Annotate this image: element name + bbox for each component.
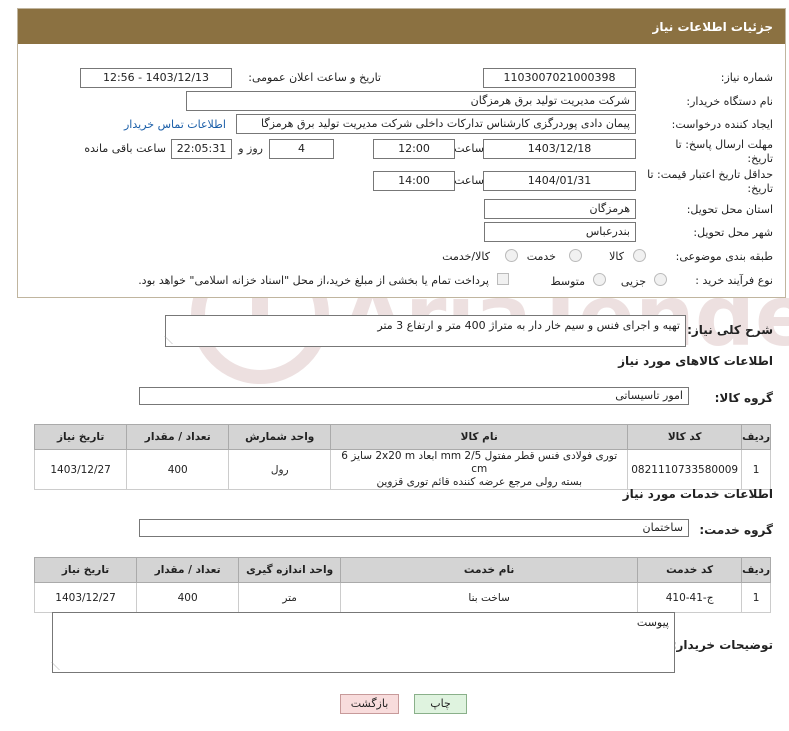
remaining-days-field: 4	[269, 139, 334, 159]
category-service-label: خدمت	[526, 250, 556, 263]
goods-group-label: گروه کالا:	[714, 391, 773, 405]
col-qty: تعداد / مقدار	[136, 557, 240, 583]
service-group-label: گروه خدمت:	[699, 523, 773, 537]
service-unit: متر	[238, 582, 342, 613]
buyer-contact-link[interactable]: اطلاعات تماس خریدار	[124, 118, 226, 131]
col-name: نام خدمت	[340, 557, 639, 583]
goods-table-header: ردیف کد کالا نام کالا واحد شمارش تعداد /…	[33, 424, 771, 450]
service-code: ج-41-410	[637, 582, 743, 613]
creator-field: پیمان دادی پوردرگزی کارشناس تدارکات داخل…	[236, 114, 636, 134]
category-goods-service-label: کالا/خدمت	[442, 250, 490, 263]
table-row: 1 ج-41-410 ساخت بنا متر 400 1403/12/27	[33, 582, 771, 613]
need-number-field: 1103007021000398	[483, 68, 636, 88]
treasury-payment-checkbox[interactable]	[497, 273, 509, 285]
goods-code: 0821110733580009	[627, 449, 743, 490]
summary-textarea: تهیه و اجرای فنس و سیم خار دار به متراژ …	[164, 315, 686, 347]
category-goods-radio[interactable]	[633, 249, 646, 262]
province-field: هرمزگان	[484, 199, 636, 219]
category-goods-service-radio[interactable]	[505, 249, 518, 262]
validity-time-field: 14:00	[373, 171, 455, 191]
services-section-title: اطلاعات خدمات مورد نیاز	[622, 487, 773, 501]
city-label: شهر محل تحویل:	[693, 226, 773, 239]
process-medium-label: متوسط	[550, 275, 585, 288]
process-minor-radio[interactable]	[654, 273, 667, 286]
col-qty: تعداد / مقدار	[126, 424, 230, 450]
process-minor-label: جزیی	[620, 275, 646, 288]
goods-table: ردیف کد کالا نام کالا واحد شمارش تعداد /…	[33, 424, 771, 490]
city-field: بندرعباس	[484, 222, 636, 242]
col-unit: واحد شمارش	[228, 424, 332, 450]
col-code: کد خدمت	[637, 557, 743, 583]
validity-label: حداقل تاریخ اعتبار قیمت: تا	[647, 168, 773, 181]
creator-label: ایجاد کننده درخواست:	[671, 118, 773, 131]
province-label: استان محل تحویل:	[686, 203, 773, 216]
goods-group-field: امور تاسیساتی	[139, 387, 689, 405]
buyer-notes-label: توضیحات خریدار:	[671, 638, 773, 652]
goods-name-line2: بسته رولی مرجع عرضه کننده قائم توری قزوی…	[376, 476, 582, 488]
buyer-org-label: نام دستگاه خریدار:	[686, 95, 773, 108]
buyer-org-field: شرکت مدیریت تولید برق هرمزگان	[186, 91, 636, 111]
deadline-label: مهلت ارسال پاسخ: تا	[675, 138, 773, 151]
service-qty: 400	[136, 582, 240, 613]
goods-section-title: اطلاعات کالاهای مورد نیاز	[618, 354, 773, 368]
back-button[interactable]: بازگشت	[340, 694, 399, 714]
resize-grip-icon[interactable]	[51, 662, 67, 670]
process-medium-radio[interactable]	[593, 273, 606, 286]
col-row: ردیف	[741, 557, 771, 583]
panel-title: جزئیات اطلاعات نیاز	[18, 9, 785, 44]
category-goods-label: کالا	[609, 250, 624, 263]
service-name: ساخت بنا	[340, 582, 639, 613]
announce-label: تاریخ و ساعت اعلان عمومی:	[248, 71, 381, 84]
deadline-date-field: 1403/12/18	[483, 139, 636, 159]
remaining-time-field: 22:05:31	[171, 139, 232, 159]
print-button[interactable]: چاپ	[414, 694, 467, 714]
need-number-label: شماره نیاز:	[720, 71, 773, 84]
category-service-radio[interactable]	[569, 249, 582, 262]
col-name: نام کالا	[330, 424, 629, 450]
goods-qty: 400	[126, 449, 230, 490]
service-group-field: ساختمان	[139, 519, 689, 537]
announce-field: 1403/12/13 - 12:56	[80, 68, 232, 88]
remaining-label: ساعت باقی مانده	[84, 142, 166, 155]
summary-text: تهیه و اجرای فنس و سیم خار دار به متراژ …	[377, 319, 680, 332]
row-number: 1	[741, 582, 771, 613]
validity-date-label: تاریخ:	[747, 182, 773, 195]
col-code: کد کالا	[627, 424, 743, 450]
summary-label: شرح کلی نیاز:	[687, 323, 773, 337]
resize-grip-icon[interactable]	[164, 336, 180, 344]
col-row: ردیف	[741, 424, 771, 450]
table-row: 1 0821110733580009 توری فولادی فنس قطر م…	[33, 449, 771, 490]
treasury-payment-note: پرداخت تمام یا بخشی از مبلغ خرید،از محل …	[138, 274, 489, 287]
col-date: تاریخ نیاز	[33, 424, 128, 450]
deadline-time-label: ساعت	[454, 142, 484, 155]
services-table: ردیف کد خدمت نام خدمت واحد اندازه گیری ت…	[33, 557, 771, 613]
row-number: 1	[741, 449, 771, 490]
buyer-notes-textarea: پیوست	[51, 612, 675, 673]
goods-name-line1: توری فولادی فنس قطر مفتول mm 2/5 ابعاد 2…	[341, 450, 618, 475]
category-label: طبقه بندی موضوعی:	[675, 250, 773, 263]
process-label: نوع فرآیند خرید :	[695, 274, 773, 287]
goods-name: توری فولادی فنس قطر مفتول mm 2/5 ابعاد 2…	[330, 449, 629, 490]
goods-date: 1403/12/27	[33, 449, 128, 490]
col-date: تاریخ نیاز	[33, 557, 138, 583]
goods-unit: رول	[228, 449, 332, 490]
days-label: روز و	[238, 142, 263, 155]
validity-time-label: ساعت	[454, 174, 484, 187]
deadline-time-field: 12:00	[373, 139, 455, 159]
buyer-notes-text: پیوست	[636, 616, 669, 629]
validity-date-field: 1404/01/31	[483, 171, 636, 191]
deadline-date-label: تاریخ:	[747, 152, 773, 165]
services-table-header: ردیف کد خدمت نام خدمت واحد اندازه گیری ت…	[33, 557, 771, 583]
col-unit: واحد اندازه گیری	[238, 557, 342, 583]
service-date: 1403/12/27	[33, 582, 138, 613]
